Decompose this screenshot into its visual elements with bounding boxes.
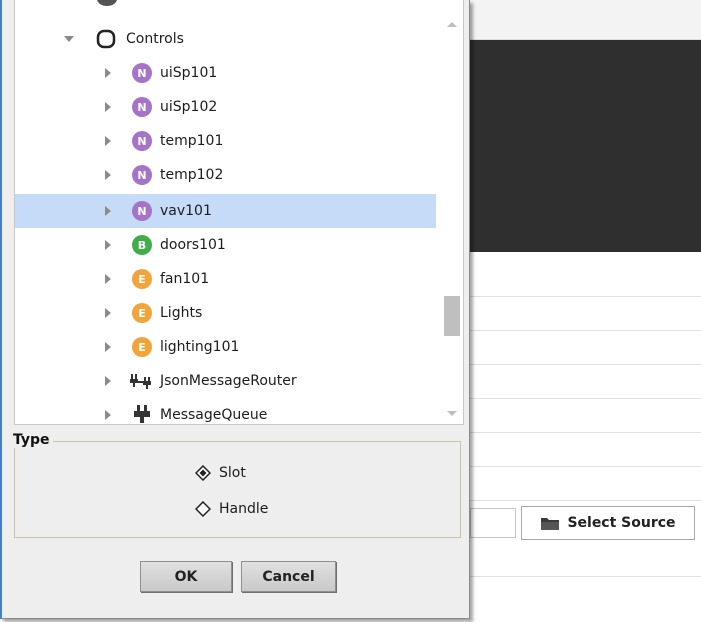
tree-item-temp102[interactable]: N temp102 (15, 158, 436, 192)
numeric-point-icon: N (132, 165, 152, 185)
tree-scrollbar[interactable] (439, 0, 463, 424)
radio-diamond-checked-icon[interactable] (195, 465, 211, 481)
tree-list: Controls N uiSp101 N uiSp102 N temp101 N… (15, 0, 436, 424)
source-text-field[interactable] (470, 508, 516, 538)
scroll-down-icon[interactable] (447, 411, 457, 416)
chevron-right-icon[interactable] (103, 240, 113, 250)
chevron-right-icon[interactable] (103, 206, 113, 216)
tree-item-vav101[interactable]: N vav101 (15, 194, 436, 228)
plug-icon (134, 405, 150, 423)
chevron-right-icon[interactable] (103, 274, 113, 284)
cancel-button[interactable]: Cancel (241, 561, 336, 592)
background-row-divider (470, 432, 701, 433)
background-row-divider (470, 364, 701, 365)
tree-item-cutoff (97, 0, 117, 6)
tree-item-controls[interactable]: Controls (15, 22, 436, 56)
numeric-point-icon: N (132, 131, 152, 151)
tree-item-uisp102[interactable]: N uiSp102 (15, 90, 436, 124)
tree-item-messagequeue[interactable]: MessageQueue (15, 398, 436, 424)
type-option-slot[interactable]: Slot (195, 463, 246, 483)
type-groupbox (14, 441, 461, 538)
background-row-divider (470, 466, 701, 467)
tree-item-label: temp101 (160, 133, 224, 149)
tree-item-label: vav101 (160, 203, 212, 219)
chevron-right-icon[interactable] (103, 342, 113, 352)
background-dark-panel (470, 40, 701, 252)
radio-diamond-icon[interactable] (195, 501, 211, 517)
tree-item-label: temp102 (160, 167, 224, 183)
chevron-down-icon[interactable] (64, 34, 74, 44)
tree-item-label: JsonMessageRouter (160, 373, 297, 389)
background-row-divider (470, 330, 701, 331)
workbench-screen: Select Source Controls N uiSp101 N uiSp1… (0, 0, 701, 622)
type-legend: Type (10, 432, 53, 448)
enum-point-icon: E (132, 303, 152, 323)
select-source-label: Select Source (567, 515, 676, 531)
scroll-up-icon[interactable] (447, 22, 457, 27)
tree-item-label: lighting101 (160, 339, 240, 355)
tree-item-uisp101[interactable]: N uiSp101 (15, 56, 436, 90)
tree-item-jsonmessagerouter[interactable]: JsonMessageRouter (15, 364, 436, 398)
enum-point-icon: E (132, 269, 152, 289)
folder-round-icon (96, 29, 116, 49)
background-row-divider (470, 398, 701, 399)
radio-label: Handle (219, 501, 269, 517)
boolean-point-icon: B (132, 235, 152, 255)
tree-item-temp101[interactable]: N temp101 (15, 124, 436, 158)
chevron-right-icon[interactable] (103, 410, 113, 420)
background-row-divider (470, 500, 701, 501)
slot-chooser-dialog: Controls N uiSp101 N uiSp102 N temp101 N… (0, 0, 470, 619)
radio-label: Slot (219, 465, 246, 481)
dialog-border-accent (0, 0, 2, 619)
background-row-divider (470, 296, 701, 297)
chevron-right-icon[interactable] (103, 136, 113, 146)
chevron-right-icon[interactable] (103, 170, 113, 180)
chevron-right-icon[interactable] (103, 376, 113, 386)
folder-icon (540, 516, 560, 531)
router-plug-icon (130, 374, 151, 389)
tree-item-label: fan101 (160, 271, 210, 287)
tree-item-label: MessageQueue (160, 407, 268, 423)
tree-item-label: uiSp101 (160, 65, 218, 81)
tree-item-label: doors101 (160, 237, 226, 253)
tree-item-lighting101[interactable]: E lighting101 (15, 330, 436, 364)
type-option-handle[interactable]: Handle (195, 499, 268, 519)
tree-item-fan101[interactable]: E fan101 (15, 262, 436, 296)
scroll-thumb[interactable] (444, 296, 460, 336)
chevron-right-icon[interactable] (103, 102, 113, 112)
select-source-button[interactable]: Select Source (521, 506, 695, 540)
background-row-divider (470, 576, 701, 577)
numeric-point-icon: N (132, 63, 152, 83)
tree-item-lights[interactable]: E Lights (15, 296, 436, 330)
chevron-right-icon[interactable] (103, 308, 113, 318)
ok-button[interactable]: OK (140, 561, 232, 592)
enum-point-icon: E (132, 337, 152, 357)
component-tree[interactable]: Controls N uiSp101 N uiSp102 N temp101 N… (14, 0, 464, 425)
tree-item-label: Controls (126, 31, 184, 47)
numeric-point-icon: N (132, 201, 152, 221)
chevron-right-icon[interactable] (103, 68, 113, 78)
tree-item-label: uiSp102 (160, 99, 218, 115)
tree-item-label: Lights (160, 305, 203, 321)
background-toolbar (470, 0, 701, 40)
numeric-point-icon: N (132, 97, 152, 117)
tree-item-doors101[interactable]: B doors101 (15, 228, 436, 262)
